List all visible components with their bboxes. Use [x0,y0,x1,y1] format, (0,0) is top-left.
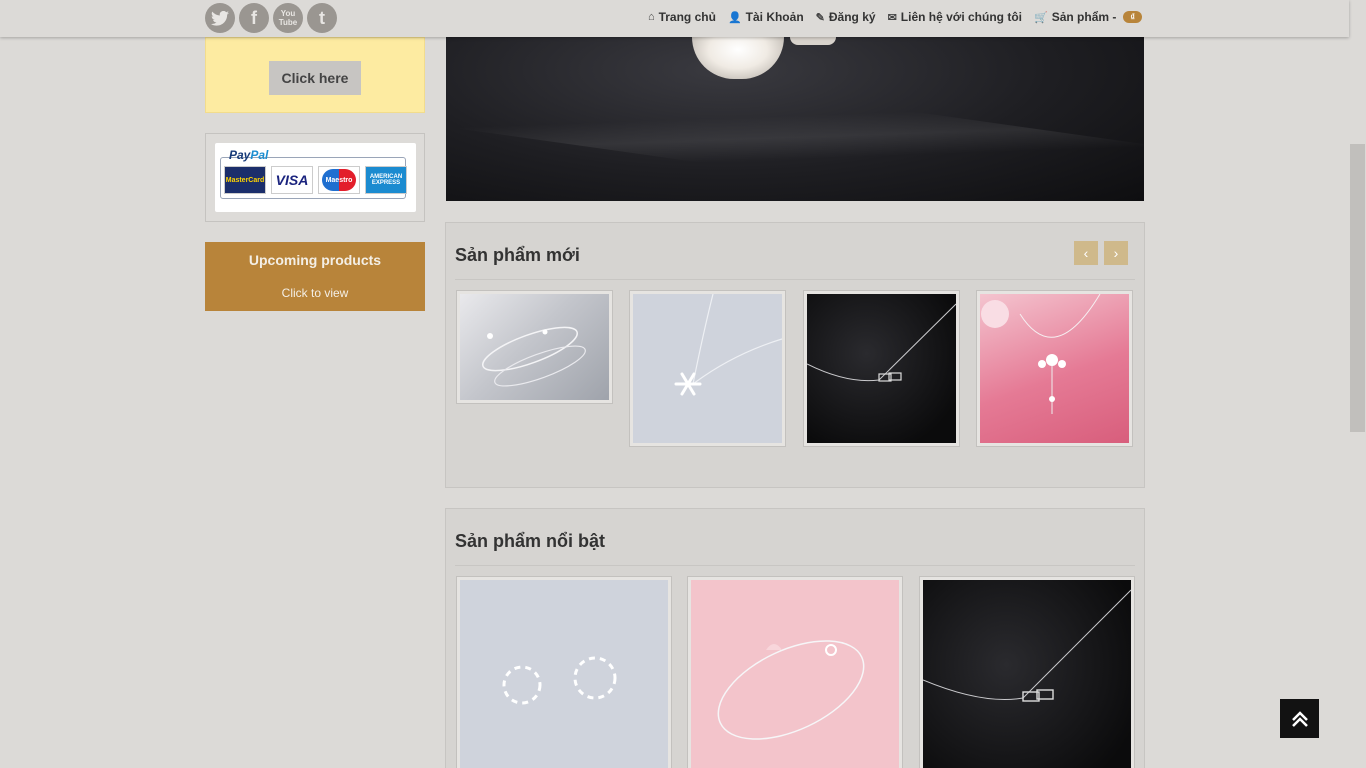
main-nav: ⌂ Trang chủ 👤 Tài Khoản ✎ Đăng ký ✉ Liên… [648,10,1142,24]
amex-logo: AMERICAN EXPRESS [365,166,407,194]
upcoming-products-box[interactable]: Upcoming products Click to view [205,242,425,311]
hero-banner-image [446,37,1144,201]
product-image [923,580,1131,768]
home-icon: ⌂ [647,11,655,23]
tumblr-icon[interactable]: t [307,3,337,33]
nav-label: Đăng ký [828,10,876,24]
card-logos: MasterCard VISA Maestro AMERICAN EXPRESS [224,166,407,194]
product-image [460,294,609,400]
envelope-icon: ✉ [887,11,897,24]
youtube-icon[interactable]: You Tube [273,3,303,33]
back-to-top-button[interactable] [1280,699,1319,738]
double-chevron-up-icon [1291,710,1308,727]
payment-methods-box: PayPal MasterCard VISA Maestro AMERICAN … [205,133,425,222]
nav-item-account[interactable]: 👤 Tài Khoản [728,10,804,24]
nav-item-contact[interactable]: ✉ Liên hệ với chúng tôi [888,10,1022,24]
product-card[interactable] [456,576,672,768]
top-bar: f You Tube t ⌂ Trang chủ 👤 Tài Khoản ✎ Đ… [0,0,1349,37]
nav-label: Tài Khoản [745,10,804,24]
upcoming-link[interactable]: Click to view [205,286,425,300]
nav-label: Liên hệ với chúng tôi [900,10,1022,24]
upcoming-title: Upcoming products [248,252,382,268]
maestro-logo: Maestro [318,166,360,194]
nav-label: Trang chủ [658,10,716,24]
nav-item-home[interactable]: ⌂ Trang chủ [648,10,716,24]
chevron-right-icon[interactable]: › [1104,241,1128,265]
user-icon: 👤 [727,11,742,24]
product-card[interactable] [803,290,960,447]
product-image [807,294,956,443]
product-card[interactable] [687,576,903,768]
banner-fabric [446,41,1144,201]
paypal-logo-pay: Pay [229,148,251,162]
product-card[interactable] [629,290,786,447]
product-image [633,294,782,443]
maestro-logo-text: Maestro [322,169,356,191]
paypal-logo-pal: Pal [250,148,269,162]
cart-icon: 🛒 [1033,11,1048,24]
new-products-section: Sản phẩm mới ‹ › [445,222,1145,488]
scrollbar-track[interactable] [1349,0,1366,768]
product-image [691,580,899,768]
banner-pearl-secondary [790,37,836,45]
section-title: Sản phẩm mới [455,245,580,265]
payment-logos-image: PayPal MasterCard VISA Maestro AMERICAN … [215,143,416,212]
product-image [460,580,668,768]
section-title: Sản phẩm nổi bật [455,531,606,551]
divider [455,565,1135,566]
product-card[interactable] [919,576,1135,768]
edit-icon: ✎ [815,11,825,24]
carousel-controls: ‹ › [1074,241,1128,265]
product-card[interactable] [976,290,1133,447]
scrollbar-thumb[interactable] [1350,144,1365,432]
cart-badge: ₫ [1123,11,1142,23]
product-card[interactable] [456,290,613,404]
visa-logo: VISA [271,166,313,194]
product-image [980,294,1129,443]
nav-label: Sản phẩm - [1051,10,1117,24]
banner-pearl [692,37,784,79]
facebook-icon[interactable]: f [239,3,269,33]
chevron-left-icon[interactable]: ‹ [1074,241,1098,265]
social-links: f You Tube t [205,3,337,33]
paypal-logo: PayPal [229,148,268,162]
divider [455,279,1135,280]
nav-item-cart[interactable]: 🛒 Sản phẩm - ₫ [1034,10,1142,24]
promo-box: Click here [205,37,425,113]
click-here-button[interactable]: Click here [269,61,361,95]
featured-products-section: Sản phẩm nổi bật [445,508,1145,768]
mastercard-logo: MasterCard [224,166,266,194]
nav-item-register[interactable]: ✎ Đăng ký [816,10,876,24]
twitter-icon[interactable] [205,3,235,33]
